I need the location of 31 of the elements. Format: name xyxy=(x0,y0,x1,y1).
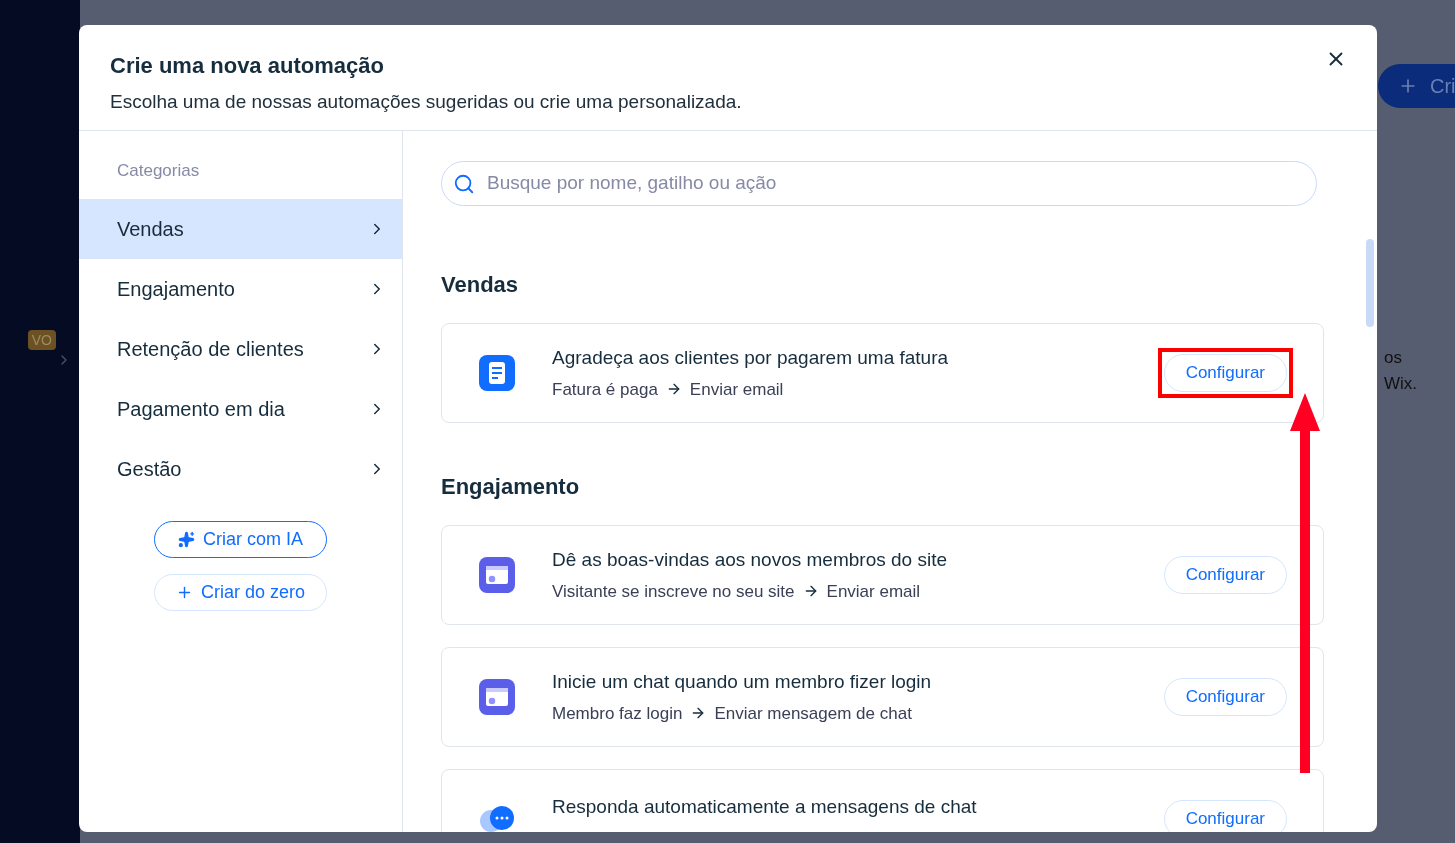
trigger-text: Visitante se inscreve no seu site xyxy=(552,580,795,603)
categories-heading: Categorias xyxy=(116,160,201,182)
scrollbar-thumb[interactable] xyxy=(1366,239,1374,327)
search-icon xyxy=(453,172,475,195)
background-text: os xyxy=(1384,347,1403,369)
automation-title: Responda automaticamente a mensagens de chat xyxy=(552,795,978,819)
dialog-title: Crie uma nova automação xyxy=(110,52,385,80)
automation-title: Dê as boas-vindas aos novos membros do site xyxy=(552,548,948,572)
action-text: Enviar email xyxy=(826,580,921,603)
configure-button[interactable]: Configurar xyxy=(1163,678,1287,716)
window-icon xyxy=(478,678,516,716)
automation-title: Inicie um chat quando um membro fizer login xyxy=(552,670,933,694)
category-item[interactable]: Vendas xyxy=(79,198,402,259)
section-heading: Vendas xyxy=(441,271,520,299)
status-badge: VO xyxy=(27,330,56,350)
trigger-text: Membro faz login xyxy=(552,702,683,725)
trigger-text: Fatura é paga xyxy=(552,378,658,401)
configure-button[interactable]: Configurar xyxy=(1163,354,1287,392)
configure-button[interactable]: Configurar xyxy=(1163,556,1287,594)
automation-title: Agradeça aos clientes por pagarem uma fatura xyxy=(552,346,950,370)
search-input[interactable]: Busque por nome, gatilho ou ação xyxy=(487,169,1305,198)
section-heading: Engajamento xyxy=(441,473,581,501)
window-icon xyxy=(478,556,516,594)
action-text: Enviar email xyxy=(689,378,784,401)
create-button[interactable]: Cri xyxy=(1378,64,1455,108)
configure-button[interactable]: Configurar xyxy=(1163,800,1287,832)
document-icon xyxy=(478,354,516,392)
sparkle-icon xyxy=(178,530,195,548)
dialog-subtitle: Escolha uma de nossas automações sugeridas ou crie uma personalizada. xyxy=(110,90,742,114)
background-text: Wix. xyxy=(1384,372,1418,395)
action-text: Enviar mensagem de chat xyxy=(714,702,912,725)
